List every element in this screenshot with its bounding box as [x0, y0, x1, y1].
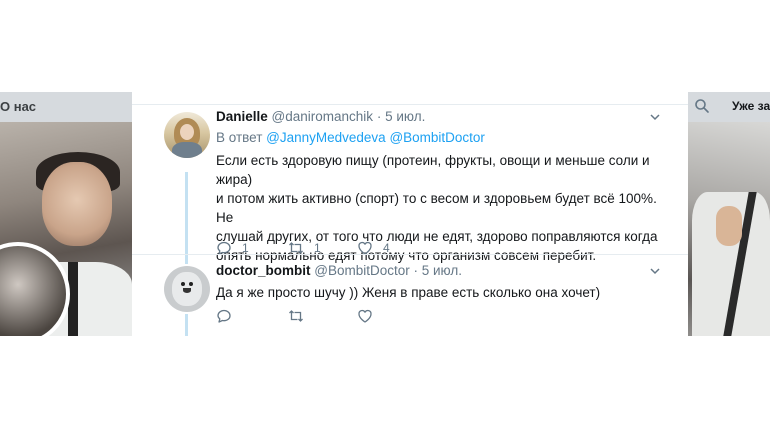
search-icon[interactable] [694, 98, 710, 114]
tweet-header: doctor_bombit @BombitDoctor · 5 июл. [216, 262, 658, 279]
chevron-down-icon[interactable] [650, 268, 660, 275]
reply-mentions[interactable]: @JannyMedvedeva @BombitDoctor [266, 130, 485, 145]
reply-button[interactable] [216, 308, 242, 324]
chevron-down-icon[interactable] [650, 114, 660, 121]
handle[interactable]: @BombitDoctor [314, 263, 409, 278]
divider [132, 254, 688, 255]
like-button[interactable] [357, 308, 383, 324]
display-name[interactable]: Danielle [216, 109, 268, 124]
thread-line [185, 314, 188, 336]
avatar[interactable] [164, 266, 210, 312]
reply-context: В ответ @JannyMedvedeva @BombitDoctor [216, 129, 658, 147]
dot-separator: · [409, 263, 422, 278]
right-header-label[interactable]: Уже зар [732, 99, 770, 113]
timestamp[interactable]: 5 июл. [422, 263, 462, 278]
retweet-count: 1 [314, 241, 321, 255]
thread-line [185, 172, 188, 264]
retweet-icon [289, 310, 303, 322]
reply-count: 1 [242, 241, 249, 255]
retweet-button[interactable] [288, 308, 314, 324]
tweet-thread-panel: Danielle @daniromanchik · 5 июл. В ответ… [132, 92, 688, 336]
right-top-bar: Уже зар [688, 92, 770, 122]
timestamp[interactable]: 5 июл. [385, 109, 425, 124]
tweet-text: Если есть здоровую пищу (протеин, фрукты… [216, 153, 658, 263]
left-background-page: О нас [0, 92, 132, 336]
tweet-text: Да я же просто шучу )) Женя в праве есть… [216, 285, 601, 300]
avatar[interactable] [164, 112, 210, 158]
tweet-content: Danielle @daniromanchik · 5 июл. В ответ… [216, 108, 660, 265]
handle[interactable]: @daniromanchik [272, 109, 374, 124]
tweet-header: Danielle @daniromanchik · 5 июл. [216, 108, 658, 125]
reply-prefix: В ответ [216, 130, 267, 145]
heart-icon [358, 309, 372, 323]
right-background-page: Уже зар [688, 92, 770, 336]
nav-about-link[interactable]: О нас [0, 99, 36, 114]
left-nav-bar: О нас [0, 92, 132, 122]
reply-icon [217, 309, 231, 323]
dot-separator: · [373, 109, 386, 124]
right-photo [688, 122, 770, 336]
tweet-content: doctor_bombit @BombitDoctor · 5 июл. Да … [216, 262, 660, 302]
divider [132, 104, 688, 105]
display-name[interactable]: doctor_bombit [216, 263, 311, 278]
like-count: 4 [383, 241, 390, 255]
